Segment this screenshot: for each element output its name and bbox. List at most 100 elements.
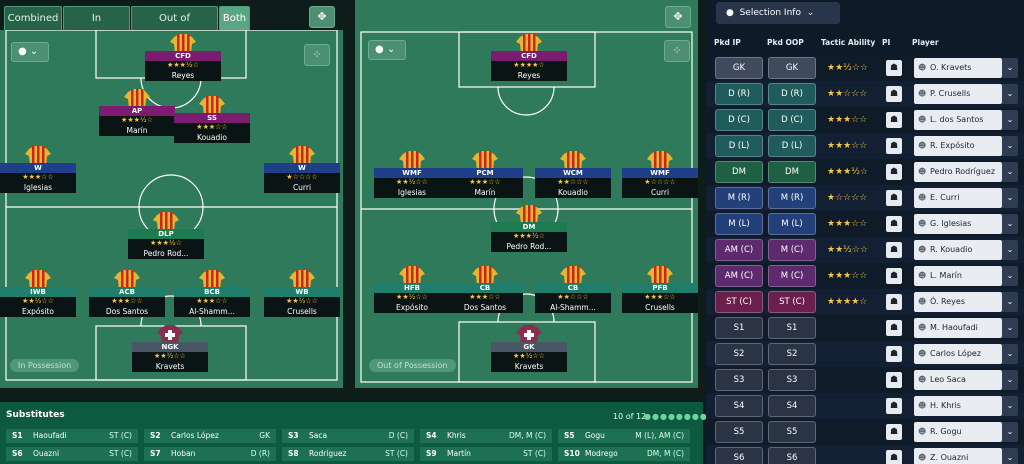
ip-player-card[interactable]: SS ★★★☆☆ Kouadio: [174, 96, 250, 144]
picked-ip-position[interactable]: S2: [715, 343, 763, 365]
oop-player-card[interactable]: HFB ★★½☆☆ Expósito: [374, 266, 450, 314]
substitute-cell[interactable]: S10 Modrego DM, M (C): [558, 447, 690, 461]
tab-out-of-possession[interactable]: Out of Possession: [131, 6, 218, 47]
picked-ip-position[interactable]: S5: [715, 421, 763, 443]
picked-oop-position[interactable]: S2: [768, 343, 816, 365]
substitute-cell[interactable]: S4 Khris DM, M (C): [420, 429, 552, 443]
chevron-down-icon[interactable]: ⌄: [1002, 422, 1018, 442]
picked-oop-position[interactable]: S5: [768, 421, 816, 443]
oop-player-card[interactable]: CFD ★★★★☆ Reyes: [491, 34, 567, 82]
picked-ip-position[interactable]: AM (C): [715, 239, 763, 261]
ip-player-card[interactable]: AP ★★★½☆ Marín: [99, 89, 175, 137]
player-select[interactable]: ☻ L. dos Santos: [914, 110, 1002, 130]
player-select[interactable]: ☻ Z. Ouazni: [914, 448, 1002, 464]
player-select[interactable]: ☻ Pedro Rodríguez: [914, 162, 1002, 182]
ip-player-card[interactable]: DLP ★★★½☆ Pedro Rod...: [128, 212, 204, 260]
player-instructions-icon[interactable]: ☗: [886, 190, 902, 206]
player-select[interactable]: ☻ R. Gogu: [914, 422, 1002, 442]
picked-oop-position[interactable]: M (C): [768, 239, 816, 261]
picked-ip-position[interactable]: D (C): [715, 109, 763, 131]
chevron-down-icon[interactable]: ⌄: [1002, 292, 1018, 312]
chevron-down-icon[interactable]: ⌄: [1002, 396, 1018, 416]
picked-oop-position[interactable]: GK: [768, 57, 816, 79]
formation-icon-left[interactable]: ⁘: [304, 44, 330, 66]
ip-player-card[interactable]: BCB ★★★☆☆ Al-Shamm...: [174, 270, 250, 318]
pitch-settings-icon[interactable]: ✥: [309, 6, 335, 28]
player-select[interactable]: ☻ G. Iglesias: [914, 214, 1002, 234]
player-select[interactable]: ☻ P. Crusells: [914, 84, 1002, 104]
player-instructions-icon[interactable]: ☗: [886, 424, 902, 440]
picked-ip-position[interactable]: GK: [715, 57, 763, 79]
oop-player-card[interactable]: PCM ★★★☆☆ Marín: [447, 151, 523, 199]
chevron-down-icon[interactable]: ⌄: [1002, 84, 1018, 104]
tab-combined[interactable]: Combined: [4, 6, 62, 31]
player-select[interactable]: ☻ R. Kouadio: [914, 240, 1002, 260]
picked-oop-position[interactable]: D (L): [768, 135, 816, 157]
player-select[interactable]: ☻ H. Khris: [914, 396, 1002, 416]
player-instructions-icon[interactable]: ☗: [886, 242, 902, 258]
player-instructions-icon[interactable]: ☗: [886, 60, 902, 76]
tab-in-possession[interactable]: In Possession: [63, 6, 130, 47]
player-select[interactable]: ☻ R. Expósito: [914, 136, 1002, 156]
formation-icon-right[interactable]: ⁘: [664, 40, 690, 62]
oop-player-card[interactable]: WCM ★★☆☆☆ Kouadio: [535, 151, 611, 199]
player-select[interactable]: ☻ Ó. Reyes: [914, 292, 1002, 312]
substitute-cell[interactable]: S9 Martín ST (C): [420, 447, 552, 461]
player-instructions-icon[interactable]: ☗: [886, 294, 902, 310]
player-instructions-icon[interactable]: ☗: [886, 346, 902, 362]
player-select[interactable]: ☻ M. Haoufadi: [914, 318, 1002, 338]
picked-oop-position[interactable]: DM: [768, 161, 816, 183]
player-instructions-icon[interactable]: ☗: [886, 450, 902, 464]
picked-oop-position[interactable]: M (R): [768, 187, 816, 209]
chevron-down-icon[interactable]: ⌄: [1002, 448, 1018, 464]
chevron-down-icon[interactable]: ⌄: [1002, 240, 1018, 260]
chevron-down-icon[interactable]: ⌄: [1002, 58, 1018, 78]
player-select[interactable]: ☻ E. Curri: [914, 188, 1002, 208]
visibility-toggle-left[interactable]: ● ⌄: [11, 42, 49, 62]
player-select[interactable]: ☻ O. Kravets: [914, 58, 1002, 78]
picked-ip-position[interactable]: D (R): [715, 83, 763, 105]
ip-player-card[interactable]: WB ★★½☆☆ Crusells: [264, 270, 340, 318]
picked-oop-position[interactable]: D (C): [768, 109, 816, 131]
picked-oop-position[interactable]: S6: [768, 447, 816, 464]
picked-ip-position[interactable]: S3: [715, 369, 763, 391]
ip-player-card[interactable]: W ★☆☆☆☆ Curri: [264, 146, 340, 194]
pitch-settings-icon-right[interactable]: ✥: [665, 6, 691, 28]
picked-oop-position[interactable]: D (R): [768, 83, 816, 105]
ip-player-card[interactable]: CFD ★★★½☆ Reyes: [145, 34, 221, 82]
oop-player-card[interactable]: CB ★★☆☆☆ Al-Shamm...: [535, 266, 611, 314]
chevron-down-icon[interactable]: ⌄: [1002, 370, 1018, 390]
oop-player-card[interactable]: WMF ★★½☆☆ Iglesias: [374, 151, 450, 199]
substitute-cell[interactable]: S8 Rodríguez ST (C): [282, 447, 414, 461]
ip-player-card[interactable]: IWB ★★½☆☆ Expósito: [0, 270, 76, 318]
player-select[interactable]: ☻ Carlos López: [914, 344, 1002, 364]
player-instructions-icon[interactable]: ☗: [886, 372, 902, 388]
visibility-toggle-right[interactable]: ● ⌄: [368, 40, 406, 60]
player-select[interactable]: ☻ Leo Saca: [914, 370, 1002, 390]
player-instructions-icon[interactable]: ☗: [886, 320, 902, 336]
chevron-down-icon[interactable]: ⌄: [1002, 162, 1018, 182]
substitute-cell[interactable]: S2 Carlos López GK: [144, 429, 276, 443]
ip-player-card[interactable]: ACB ★★★☆☆ Dos Santos: [89, 270, 165, 318]
chevron-down-icon[interactable]: ⌄: [1002, 188, 1018, 208]
picked-ip-position[interactable]: D (L): [715, 135, 763, 157]
picked-oop-position[interactable]: M (C): [768, 265, 816, 287]
picked-ip-position[interactable]: AM (C): [715, 265, 763, 287]
picked-oop-position[interactable]: S1: [768, 317, 816, 339]
ip-player-card[interactable]: NGK ★★½☆☆ Kravets: [132, 325, 208, 373]
oop-player-card[interactable]: CB ★★★☆☆ Dos Santos: [447, 266, 523, 314]
picked-ip-position[interactable]: S1: [715, 317, 763, 339]
picked-ip-position[interactable]: S6: [715, 447, 763, 464]
player-instructions-icon[interactable]: ☗: [886, 268, 902, 284]
picked-ip-position[interactable]: DM: [715, 161, 763, 183]
picked-ip-position[interactable]: M (R): [715, 187, 763, 209]
picked-ip-position[interactable]: M (L): [715, 213, 763, 235]
oop-player-card[interactable]: GK ★★½☆☆ Kravets: [491, 325, 567, 373]
player-instructions-icon[interactable]: ☗: [886, 164, 902, 180]
picked-ip-position[interactable]: ST (C): [715, 291, 763, 313]
chevron-down-icon[interactable]: ⌄: [1002, 214, 1018, 234]
chevron-down-icon[interactable]: ⌄: [1002, 344, 1018, 364]
ip-player-card[interactable]: W ★★★☆☆ Iglesias: [0, 146, 76, 194]
chevron-down-icon[interactable]: ⌄: [1002, 266, 1018, 286]
substitute-cell[interactable]: S1 Haoufadi ST (C): [6, 429, 138, 443]
